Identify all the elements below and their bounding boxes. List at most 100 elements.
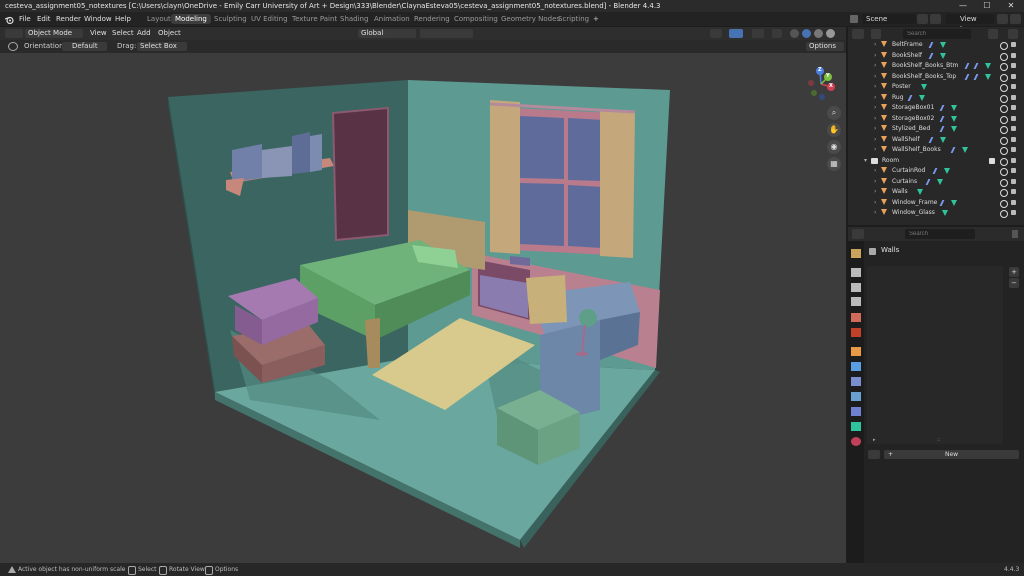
render-camera-icon[interactable]	[1011, 199, 1016, 205]
visibility-eye-icon[interactable]	[1000, 52, 1008, 61]
expand-arrow-icon[interactable]: ›	[874, 103, 876, 113]
outliner-row[interactable]: ▾ Room	[848, 156, 1024, 166]
visibility-eye-icon[interactable]	[1000, 168, 1008, 176]
outliner-row[interactable]: › Poster	[848, 82, 1024, 92]
menu-view[interactable]: View	[90, 29, 107, 38]
visibility-eye-icon[interactable]	[1000, 94, 1008, 103]
pin-icon[interactable]	[1012, 230, 1018, 238]
mesh-data-icon[interactable]	[951, 199, 958, 206]
overlays-icon[interactable]	[752, 29, 764, 38]
outliner-row[interactable]: › Walls	[848, 187, 1024, 197]
outliner-row[interactable]: › Curtains	[848, 177, 1024, 187]
mesh-data-icon[interactable]	[942, 210, 949, 216]
expand-arrow-icon[interactable]: ›	[874, 208, 876, 218]
tab-uv-editing[interactable]: UV Editing	[247, 14, 292, 24]
render-camera-icon[interactable]	[1011, 94, 1016, 100]
render-camera-icon[interactable]	[1011, 168, 1016, 173]
zoom-icon[interactable]: ⌕	[827, 106, 841, 120]
list-resize-handle[interactable]: ::	[937, 437, 940, 443]
render-camera-icon[interactable]	[1011, 73, 1016, 79]
proportional-edit-icon[interactable]	[453, 29, 473, 38]
visibility-eye-icon[interactable]	[1000, 136, 1008, 145]
mesh-data-icon[interactable]	[940, 52, 947, 59]
display-mode-icon[interactable]	[871, 29, 881, 39]
outliner-row[interactable]: › StorageBox02	[848, 114, 1024, 124]
material-slot-list[interactable]: ▸ ::	[867, 266, 1003, 444]
visibility-eye-icon[interactable]	[1000, 63, 1008, 71]
solid-shading-icon[interactable]	[802, 29, 811, 38]
visibility-eye-icon[interactable]	[1000, 115, 1008, 124]
delete-view-layer-icon[interactable]	[1010, 14, 1021, 24]
filter-icon[interactable]	[988, 29, 998, 39]
new-scene-icon[interactable]	[917, 14, 928, 24]
mesh-data-icon[interactable]	[944, 168, 950, 174]
object-tab-icon[interactable]	[851, 347, 861, 356]
options-button[interactable]: Options	[806, 42, 844, 51]
modifier-icon[interactable]	[932, 168, 944, 174]
outliner-row[interactable]: › Window_Frame	[848, 198, 1024, 208]
new-material-button[interactable]: + New	[884, 450, 1019, 459]
mode-selector[interactable]: Object Mode	[25, 29, 83, 38]
visibility-eye-icon[interactable]	[1000, 84, 1008, 92]
tab-animation[interactable]: Animation	[370, 14, 414, 24]
render-camera-icon[interactable]	[1011, 126, 1016, 131]
expand-arrow-icon[interactable]: ›	[874, 135, 876, 145]
expand-arrow-icon[interactable]: ›	[874, 114, 876, 124]
visibility-eye-icon[interactable]	[1000, 199, 1008, 208]
outliner-row[interactable]: › WallShelf	[848, 135, 1024, 145]
tab-shading[interactable]: Shading	[336, 14, 372, 24]
orientation-selector[interactable]: Default	[62, 42, 107, 51]
render-camera-icon[interactable]	[1011, 147, 1016, 152]
tab-sculpting[interactable]: Sculpting	[210, 14, 251, 24]
maximize-button[interactable]: ☐	[976, 0, 998, 12]
modifier-icon[interactable]	[939, 199, 951, 206]
pivot-icon[interactable]	[400, 29, 416, 38]
material-tab-icon[interactable]	[851, 437, 861, 446]
ortho-grid-icon[interactable]: ▦	[827, 157, 841, 171]
render-camera-icon[interactable]	[1011, 157, 1016, 163]
mesh-data-icon[interactable]	[940, 136, 947, 143]
outliner-row[interactable]: › WallShelf_Books	[848, 145, 1024, 155]
gizmo-toggle-icon[interactable]	[729, 29, 743, 38]
outliner-row[interactable]: › BookShelf_Books_Btm	[848, 61, 1024, 71]
expand-arrow-icon[interactable]: ›	[874, 72, 876, 82]
outliner-editor-type-icon[interactable]	[852, 29, 864, 39]
render-camera-icon[interactable]	[1011, 105, 1016, 110]
render-camera-icon[interactable]	[1011, 63, 1016, 68]
visibility-eye-icon[interactable]	[1000, 105, 1008, 113]
modifier-icon[interactable]	[973, 73, 985, 80]
mesh-data-icon[interactable]	[985, 73, 992, 80]
visibility-eye-icon[interactable]	[1000, 210, 1008, 218]
menu-render[interactable]: Render	[56, 12, 81, 26]
camera-view-icon[interactable]: ◉	[827, 140, 841, 154]
outliner-search-input[interactable]	[903, 29, 971, 39]
outliner-row[interactable]: › Window_Glass	[848, 208, 1024, 218]
blender-logo-icon[interactable]	[4, 15, 14, 25]
modifier-icon[interactable]	[928, 136, 940, 143]
render-camera-icon[interactable]	[1011, 210, 1016, 215]
visibility-eye-icon[interactable]	[1000, 178, 1008, 187]
outliner-row[interactable]: › CurtainRod	[848, 166, 1024, 176]
drag-selector[interactable]: Select Box	[137, 42, 187, 51]
select-tool-icon[interactable]	[8, 42, 18, 51]
expand-arrow-icon[interactable]: ▸	[873, 437, 876, 443]
scene-selector[interactable]: Scene	[862, 14, 916, 24]
render-camera-icon[interactable]	[1011, 178, 1016, 184]
scene-icon[interactable]	[850, 15, 858, 23]
tab-rendering[interactable]: Rendering	[410, 14, 454, 24]
outliner-row[interactable]: › Stylized_Bed	[848, 124, 1024, 134]
menu-select[interactable]: Select	[112, 29, 134, 38]
add-workspace-button[interactable]: +	[589, 14, 603, 24]
3d-viewport[interactable]: X Z Y ⌕ ✋ ◉ ▦	[0, 53, 846, 563]
visibility-eye-icon[interactable]	[1000, 157, 1008, 166]
menu-object[interactable]: Object	[158, 29, 181, 38]
navigation-gizmo[interactable]: X Z Y	[800, 63, 842, 105]
add-slot-button[interactable]: +	[1009, 267, 1019, 277]
visibility-eye-icon[interactable]	[1000, 42, 1008, 50]
visibility-eye-icon[interactable]	[1000, 147, 1008, 155]
data-tab-icon[interactable]	[851, 422, 861, 431]
properties-editor-type-icon[interactable]	[852, 229, 864, 239]
tab-modeling[interactable]: Modeling	[171, 14, 211, 24]
modifier-icon[interactable]	[950, 147, 962, 153]
modifier-icon[interactable]	[928, 42, 940, 48]
